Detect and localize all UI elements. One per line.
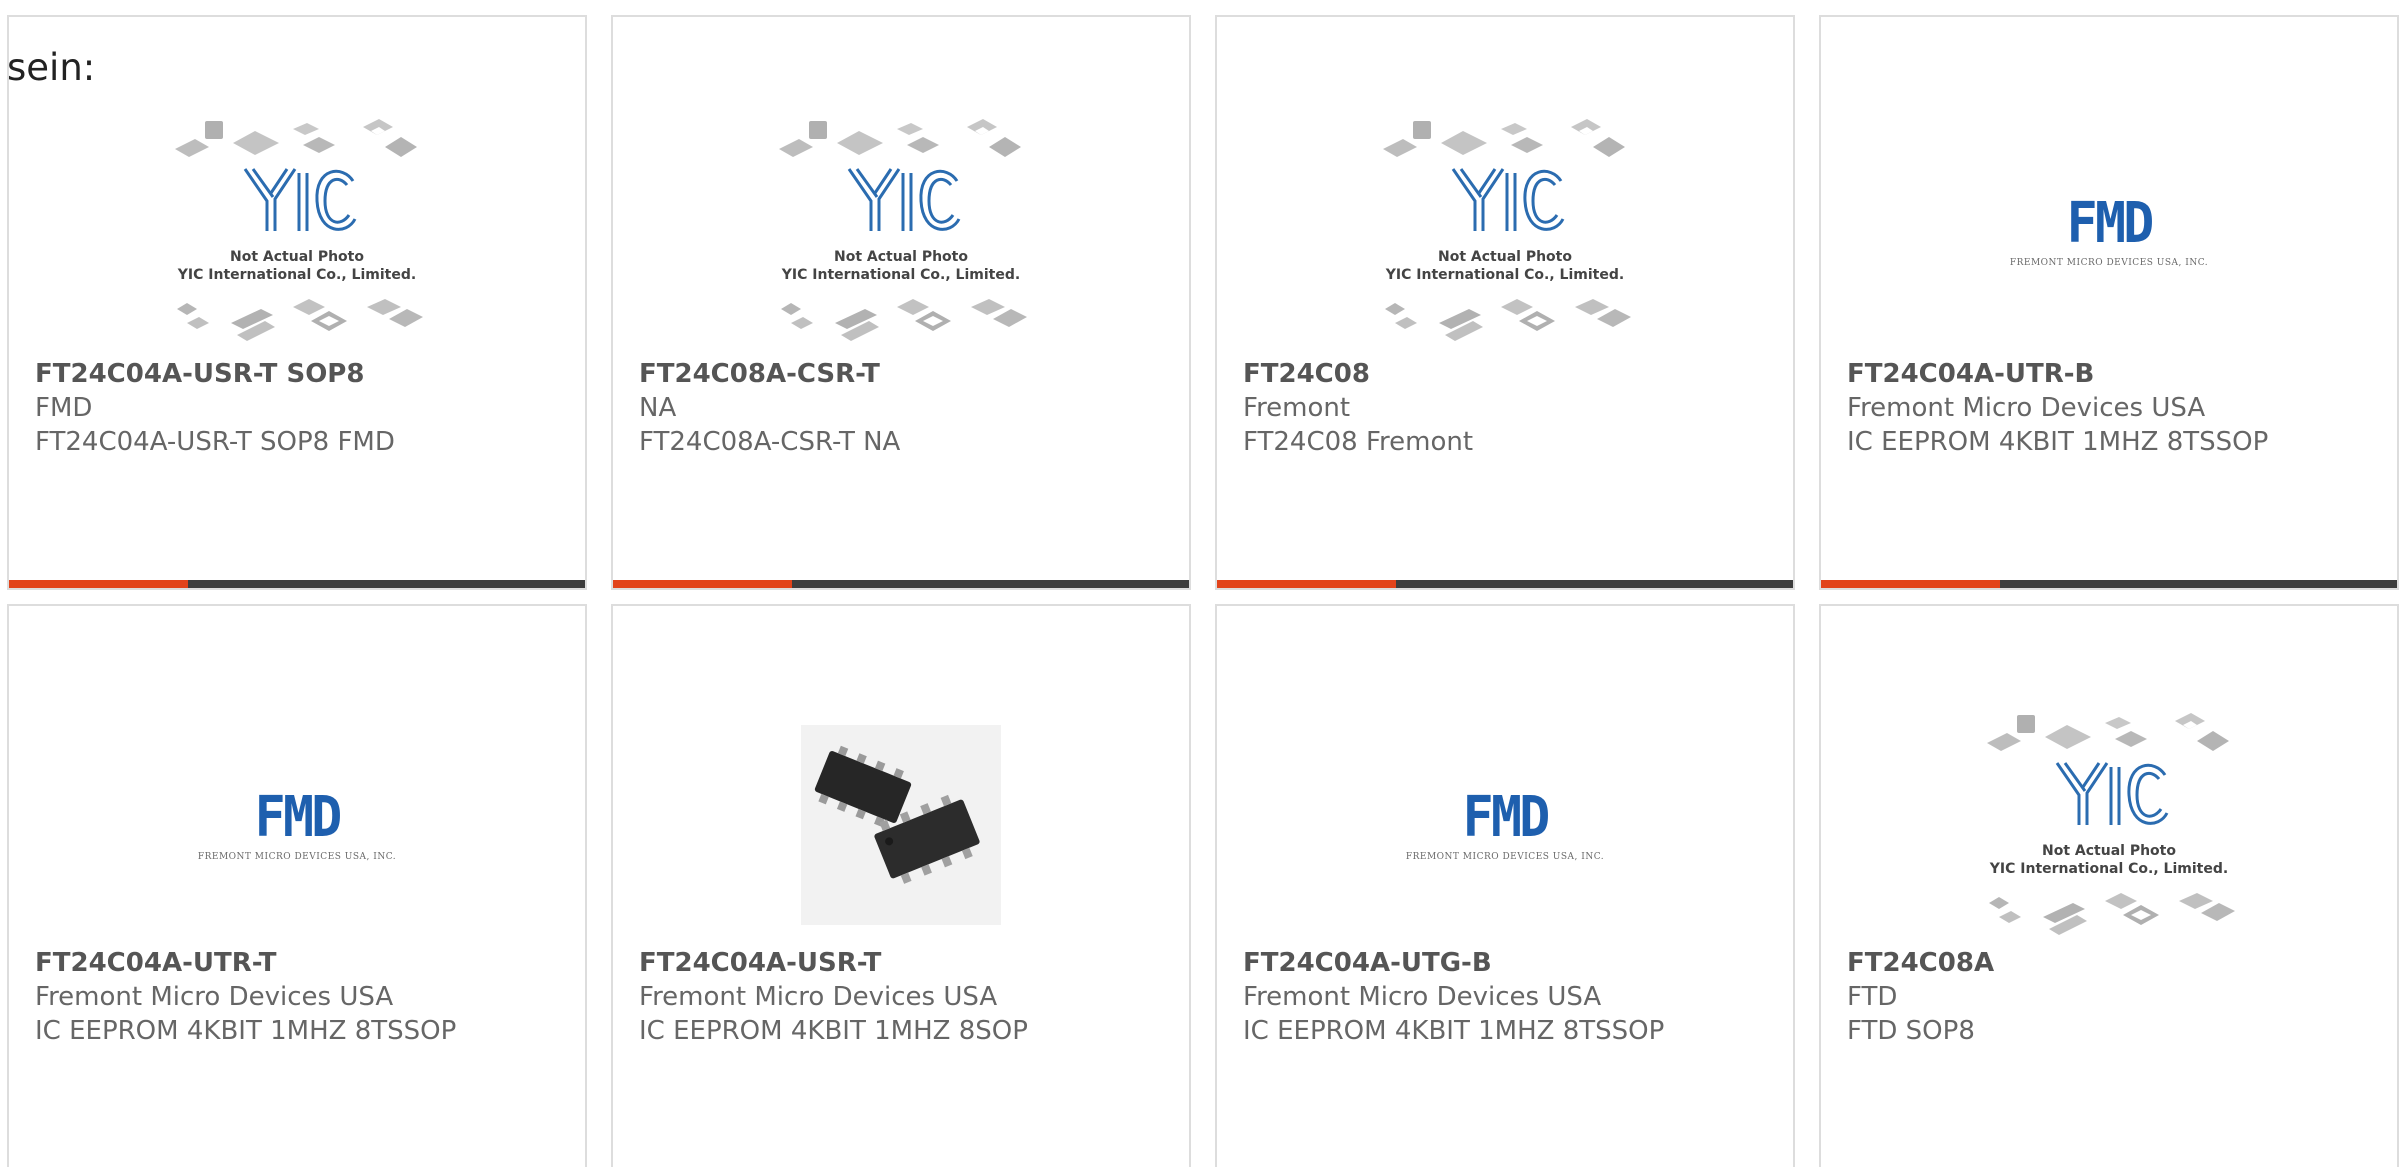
product-description: IC EEPROM 4KBIT 1MHZ 8TSSOP — [1847, 427, 2269, 457]
product-manufacturer: Fremont Micro Devices USA — [1847, 393, 2206, 423]
card-progress-fill — [1217, 580, 1396, 588]
not-actual-photo-placeholder-image: Not Actual Photo YIC International Co., … — [1987, 713, 2235, 935]
product-part-number[interactable]: FT24C08A-CSR-T — [639, 357, 880, 391]
card-progress-fill — [9, 580, 188, 588]
product-description: IC EEPROM 4KBIT 1MHZ 8TSSOP — [1243, 1016, 1665, 1046]
placeholder-caption-line2: YIC International Co., Limited. — [177, 267, 416, 283]
product-card[interactable]: FMD FREMONT MICRO DEVICES USA, INC. FT24… — [7, 604, 587, 1167]
product-manufacturer: NA — [639, 393, 677, 423]
product-part-number[interactable]: FT24C04A-UTR-B — [1847, 357, 2094, 391]
product-part-number[interactable]: FT24C04A-UTR-T — [35, 946, 276, 980]
card-progress-bar — [613, 580, 1189, 588]
product-part-number[interactable]: FT24C04A-USR-T SOP8 — [35, 357, 364, 391]
card-progress-fill — [613, 580, 792, 588]
product-part-number[interactable]: FT24C08A — [1847, 946, 1994, 980]
product-card[interactable]: Not Actual Photo YIC International Co., … — [7, 15, 587, 590]
fmd-logo-subtitle: FREMONT MICRO DEVICES USA, INC. — [1405, 852, 1605, 862]
product-manufacturer: Fremont Micro Devices USA — [35, 982, 394, 1012]
placeholder-caption-line1: Not Actual Photo — [1438, 249, 1572, 265]
product-manufacturer: Fremont — [1243, 393, 1351, 423]
not-actual-photo-placeholder-image: Not Actual Photo YIC International Co., … — [779, 119, 1027, 341]
product-description: FT24C04A-USR-T SOP8 FMD — [35, 427, 395, 457]
not-actual-photo-placeholder-image: Not Actual Photo YIC International Co., … — [1383, 119, 1631, 341]
intro-text: sein: — [7, 46, 96, 89]
product-card[interactable]: Not Actual Photo YIC International Co., … — [1819, 604, 2399, 1167]
product-part-number[interactable]: FT24C04A-UTG-B — [1243, 946, 1492, 980]
product-image[interactable] — [613, 691, 1189, 959]
product-image[interactable]: FMD FREMONT MICRO DEVICES USA, INC. — [1217, 691, 1793, 959]
product-image[interactable]: Not Actual Photo YIC International Co., … — [9, 97, 585, 365]
placeholder-caption-line1: Not Actual Photo — [230, 249, 364, 265]
product-image[interactable]: FMD FREMONT MICRO DEVICES USA, INC. — [1821, 97, 2397, 365]
product-description: FT24C08 Fremont — [1243, 427, 1474, 457]
product-grid: Not Actual Photo YIC International Co., … — [0, 0, 2400, 1167]
product-card[interactable]: FMD FREMONT MICRO DEVICES USA, INC. FT24… — [1819, 15, 2399, 590]
fmd-logo: FMD FREMONT MICRO DEVICES USA, INC. — [2004, 191, 2214, 269]
product-card[interactable]: FT24C04A-USR-T Fremont Micro Devices USA I… — [611, 604, 1191, 1167]
product-card[interactable]: FMD FREMONT MICRO DEVICES USA, INC. FT24… — [1215, 604, 1795, 1167]
product-part-number[interactable]: FT24C08 — [1243, 357, 1370, 391]
fmd-logo: FMD FREMONT MICRO DEVICES USA, INC. — [192, 785, 402, 863]
product-description: FT24C08A-CSR-T NA — [639, 427, 901, 457]
not-actual-photo-placeholder-image: Not Actual Photo YIC International Co., … — [175, 119, 423, 341]
product-card[interactable]: Not Actual Photo YIC International Co., … — [611, 15, 1191, 590]
product-image[interactable]: Not Actual Photo YIC International Co., … — [613, 97, 1189, 365]
placeholder-caption-line1: Not Actual Photo — [834, 249, 968, 265]
placeholder-caption-line2: YIC International Co., Limited. — [781, 267, 1020, 283]
placeholder-caption-line1: Not Actual Photo — [2042, 843, 2176, 859]
card-progress-bar — [9, 580, 585, 588]
placeholder-caption-line2: YIC International Co., Limited. — [1385, 267, 1624, 283]
product-card[interactable]: Not Actual Photo YIC International Co., … — [1215, 15, 1795, 590]
product-description: FTD SOP8 — [1847, 1016, 1975, 1046]
product-description: IC EEPROM 4KBIT 1MHZ 8TSSOP — [35, 1016, 457, 1046]
sop8-chip-photo — [801, 725, 1001, 925]
product-image[interactable]: Not Actual Photo YIC International Co., … — [1217, 97, 1793, 365]
product-image[interactable]: FMD FREMONT MICRO DEVICES USA, INC. — [9, 691, 585, 959]
product-description: IC EEPROM 4KBIT 1MHZ 8SOP — [639, 1016, 1028, 1046]
card-progress-fill — [1821, 580, 2000, 588]
fmd-logo-mark: FMD — [1462, 785, 1551, 850]
product-results-page: Not Actual Photo YIC International Co., … — [0, 0, 2400, 1167]
product-manufacturer: FMD — [35, 393, 93, 423]
fmd-logo-mark: FMD — [254, 785, 343, 850]
product-manufacturer: FTD — [1847, 982, 1898, 1012]
fmd-logo-mark: FMD — [2066, 191, 2155, 256]
placeholder-caption-line2: YIC International Co., Limited. — [1989, 861, 2228, 877]
product-image[interactable]: Not Actual Photo YIC International Co., … — [1821, 691, 2397, 959]
card-progress-bar — [1217, 580, 1793, 588]
fmd-logo: FMD FREMONT MICRO DEVICES USA, INC. — [1400, 785, 1610, 863]
fmd-logo-subtitle: FREMONT MICRO DEVICES USA, INC. — [2009, 258, 2209, 268]
product-manufacturer: Fremont Micro Devices USA — [639, 982, 998, 1012]
card-progress-bar — [1821, 580, 2397, 588]
product-manufacturer: Fremont Micro Devices USA — [1243, 982, 1602, 1012]
fmd-logo-subtitle: FREMONT MICRO DEVICES USA, INC. — [197, 852, 397, 862]
product-part-number[interactable]: FT24C04A-USR-T — [639, 946, 881, 980]
